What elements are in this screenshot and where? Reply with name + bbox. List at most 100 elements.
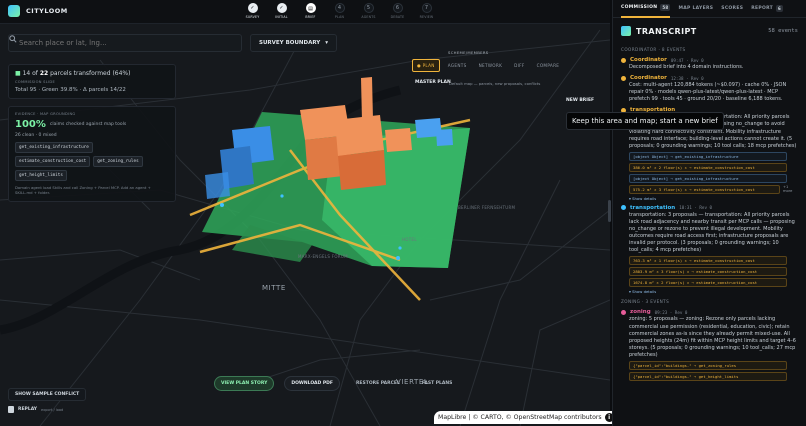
chevron-down-icon: ▾ — [325, 40, 329, 46]
tab-label: COMMISSION — [621, 5, 658, 10]
workflow-step[interactable]: 5 AGENTS — [354, 3, 383, 19]
tool-call-row[interactable]: 2803.9 m² × 3 floor(s) × → estimate_cons… — [629, 267, 798, 277]
zoning-section-header: ZONING · 3 EVENTS — [621, 299, 670, 305]
transcript-event[interactable]: transportation 10:31 · Rev 0 transportat… — [613, 203, 806, 297]
toolbar-caption: SCHEME/MEMBERS — [448, 50, 489, 55]
transcript-title: TRANSCRIPT — [636, 26, 697, 36]
app-logo[interactable]: CITYLOOM — [8, 5, 68, 17]
show-sample-conflict-button[interactable]: SHOW SAMPLE CONFLICT — [8, 388, 87, 401]
evidence-subline: 26 clean · 0 mixed — [15, 133, 57, 138]
tool-call: 763.3 m² × 1 floor(s) × → estimate_const… — [629, 256, 787, 266]
parcel-summary-card: ■ 14 of 22 parcels transformed (64%) COM… — [8, 64, 176, 99]
tool-call-row[interactable]: 1674.8 m² × 2 floor(s) × → estimate_cons… — [629, 278, 798, 288]
toolbar-item-diff[interactable]: DIFF — [510, 60, 528, 71]
tool-call-row[interactable]: 386.0 m² × 2 floor(s) × → estimate_const… — [629, 162, 798, 172]
workflow-step[interactable]: 6 DEBATE — [383, 3, 412, 19]
tool-call-row[interactable]: [object Object] → get_existing_infrastru… — [629, 151, 798, 161]
replay-sublabel: export / load — [41, 407, 64, 412]
map-label-park: MARX-ENGELS FORUM — [298, 254, 348, 259]
new-brief-button[interactable]: NEW BRIEF — [566, 98, 594, 103]
master-plan-description: Default map — parcels, new proposals, co… — [449, 81, 541, 86]
agent-name: Coordinator — [630, 75, 667, 82]
toolbar-item-network[interactable]: NETWORK — [475, 60, 507, 71]
search-input[interactable] — [19, 39, 229, 47]
tab-map-layers[interactable]: MAP LAYERS — [678, 0, 713, 18]
step-label: BRIEF — [305, 15, 316, 19]
agent-dot — [621, 205, 626, 211]
map-canvas[interactable]: CITYLOOM ✓ SURVEY ✓ INITIAL ▤ BRIEF 4 PLAN 5 AGEN… — [0, 0, 724, 426]
tool-call: [object Object] → get_existing_infrastru… — [629, 173, 787, 183]
toolbar-item-plan[interactable]: ● PLAN — [412, 59, 440, 72]
tool-call-list: 763.3 m² × 1 floor(s) × → estimate_const… — [621, 256, 798, 288]
panel-tabs: COMMISSION 58 MAP LAYERS SCORES REPORT 6 — [613, 0, 806, 18]
evidence-percent: 100% — [15, 119, 46, 130]
tool-chip: get_existing_infrastructure — [15, 142, 93, 153]
replay-icon — [8, 406, 14, 413]
summary-prefix: 14 of — [22, 70, 38, 77]
show-details-link[interactable]: ▾ Show details — [621, 196, 798, 201]
step-indicator: ✓ — [276, 3, 287, 13]
bottom-action-bar: VIEW PLAN STORY DOWNLOAD PDF RESTORE PAR… — [214, 376, 458, 391]
tab-scores[interactable]: SCORES — [721, 0, 743, 18]
event-body: transportation: 3 proposals — transporta… — [629, 211, 795, 254]
survey-boundary-label: SURVEY BOUNDARY — [259, 40, 321, 46]
tab-report[interactable]: REPORT 6 — [751, 0, 784, 18]
workflow-step[interactable]: 7 REVIEW — [412, 3, 441, 19]
tool-call-row[interactable]: {"parcel_id":"buildings-" → get_height_l… — [629, 371, 798, 381]
transcript-event[interactable]: Coordinator 12:38 · Rev 0 Cost: multi-agen… — [613, 73, 806, 105]
toolbar-item-compare[interactable]: COMPARE — [533, 60, 564, 71]
survey-boundary-dropdown[interactable]: SURVEY BOUNDARY ▾ — [250, 34, 338, 52]
summary-caption: COMMISSION SLIDE — [15, 80, 56, 84]
toolbar-item-agents[interactable]: AGENTS — [444, 60, 471, 71]
new-brief-tooltip: Keep this area and map; start a new brie… — [566, 112, 724, 130]
tool-call: [object Object] → get_existing_infrastru… — [629, 151, 787, 161]
tab-badge: 6 — [776, 5, 784, 12]
transcript-event[interactable]: zoning 09:23 · Rev 0 zoning: 5 proposals… — [613, 307, 806, 385]
commission-panel: COMMISSION 58 MAP LAYERS SCORES REPORT 6 TRAN… — [612, 0, 806, 426]
tab-label: MAP LAYERS — [678, 6, 714, 11]
map-attribution: MapLibre | © CARTO, © OpenStreetMap cont… — [434, 411, 618, 424]
evidence-description: claims checked against map tools — [49, 122, 127, 127]
map-label-hotel: HOTEL — [402, 237, 417, 242]
show-details-link[interactable]: ▾ Show details — [621, 289, 798, 294]
tab-commission[interactable]: COMMISSION 58 — [621, 0, 671, 18]
step-indicator: 5 — [363, 3, 374, 13]
agent-dot — [621, 75, 626, 81]
tool-call: 386.0 m² × 2 floor(s) × → estimate_const… — [629, 162, 787, 172]
step-indicator: ✓ — [247, 3, 258, 13]
download-pdf-button[interactable]: DOWNLOAD PDF — [284, 376, 340, 391]
workflow-step[interactable]: ✓ INITIAL — [267, 3, 296, 19]
fast-plans-button[interactable]: FAST PLANS — [416, 377, 459, 390]
view-plan-story-button[interactable]: VIEW PLAN STORY — [214, 376, 275, 391]
workflow-step[interactable]: 4 PLAN — [325, 3, 354, 19]
step-label: REVIEW — [419, 15, 434, 19]
view-toolbar: ● PLAN AGENTS NETWORK DIFF COMPARE — [412, 59, 563, 72]
tool-call: 1674.8 m² × 2 floor(s) × → estimate_cons… — [629, 278, 787, 288]
transcript-header: TRANSCRIPT 58 events — [613, 18, 806, 44]
event-body: Cost: multi-agent 120,884 tokens (~$0.09… — [629, 82, 787, 103]
tool-call-row[interactable]: [object Object] → get_existing_infrastru… — [629, 173, 798, 183]
tool-call-row[interactable]: 575.2 m² × 3 floor(s) × → estimate_const… — [629, 184, 798, 194]
restore-parcel-button[interactable]: RESTORE PARCEL — [350, 377, 406, 390]
agent-name: zoning — [630, 309, 651, 316]
transcript-event[interactable]: Coordinator 09:47 · Rev 0 Decomposed brief… — [613, 55, 806, 73]
tab-label: REPORT — [751, 6, 774, 11]
tool-call-list: [object Object] → get_existing_infrastru… — [621, 151, 798, 194]
attribution-text: MapLibre | © CARTO, © OpenStreetMap cont… — [438, 414, 602, 421]
tool-chip: estimate_construction_cost — [15, 156, 91, 167]
step-label: PLAN — [334, 15, 345, 19]
tool-chip-list: get_existing_infrastructure estimate_cons… — [15, 142, 169, 181]
tool-call: {"parcel_id":"buildings-" → get_height_l… — [629, 371, 787, 381]
workflow-step[interactable]: ▤ BRIEF — [296, 3, 325, 19]
panel-resize-handle[interactable] — [608, 200, 611, 222]
more-calls-link[interactable]: +1 more — [783, 185, 798, 193]
tab-label: SCORES — [721, 6, 744, 11]
search-bar[interactable] — [8, 34, 242, 52]
step-label: DEBATE — [390, 15, 405, 19]
event-header: Coordinator 12:38 · Rev 0 — [621, 75, 798, 81]
replay-button[interactable]: REPLAY export / load — [8, 406, 63, 413]
tool-call-row[interactable]: 763.3 m² × 1 floor(s) × → estimate_const… — [629, 256, 798, 266]
workflow-step[interactable]: ✓ SURVEY — [238, 3, 267, 19]
step-indicator: 4 — [334, 3, 345, 13]
tool-call-row[interactable]: {"parcel_id":"buildings-" → get_zoning_r… — [629, 360, 798, 370]
